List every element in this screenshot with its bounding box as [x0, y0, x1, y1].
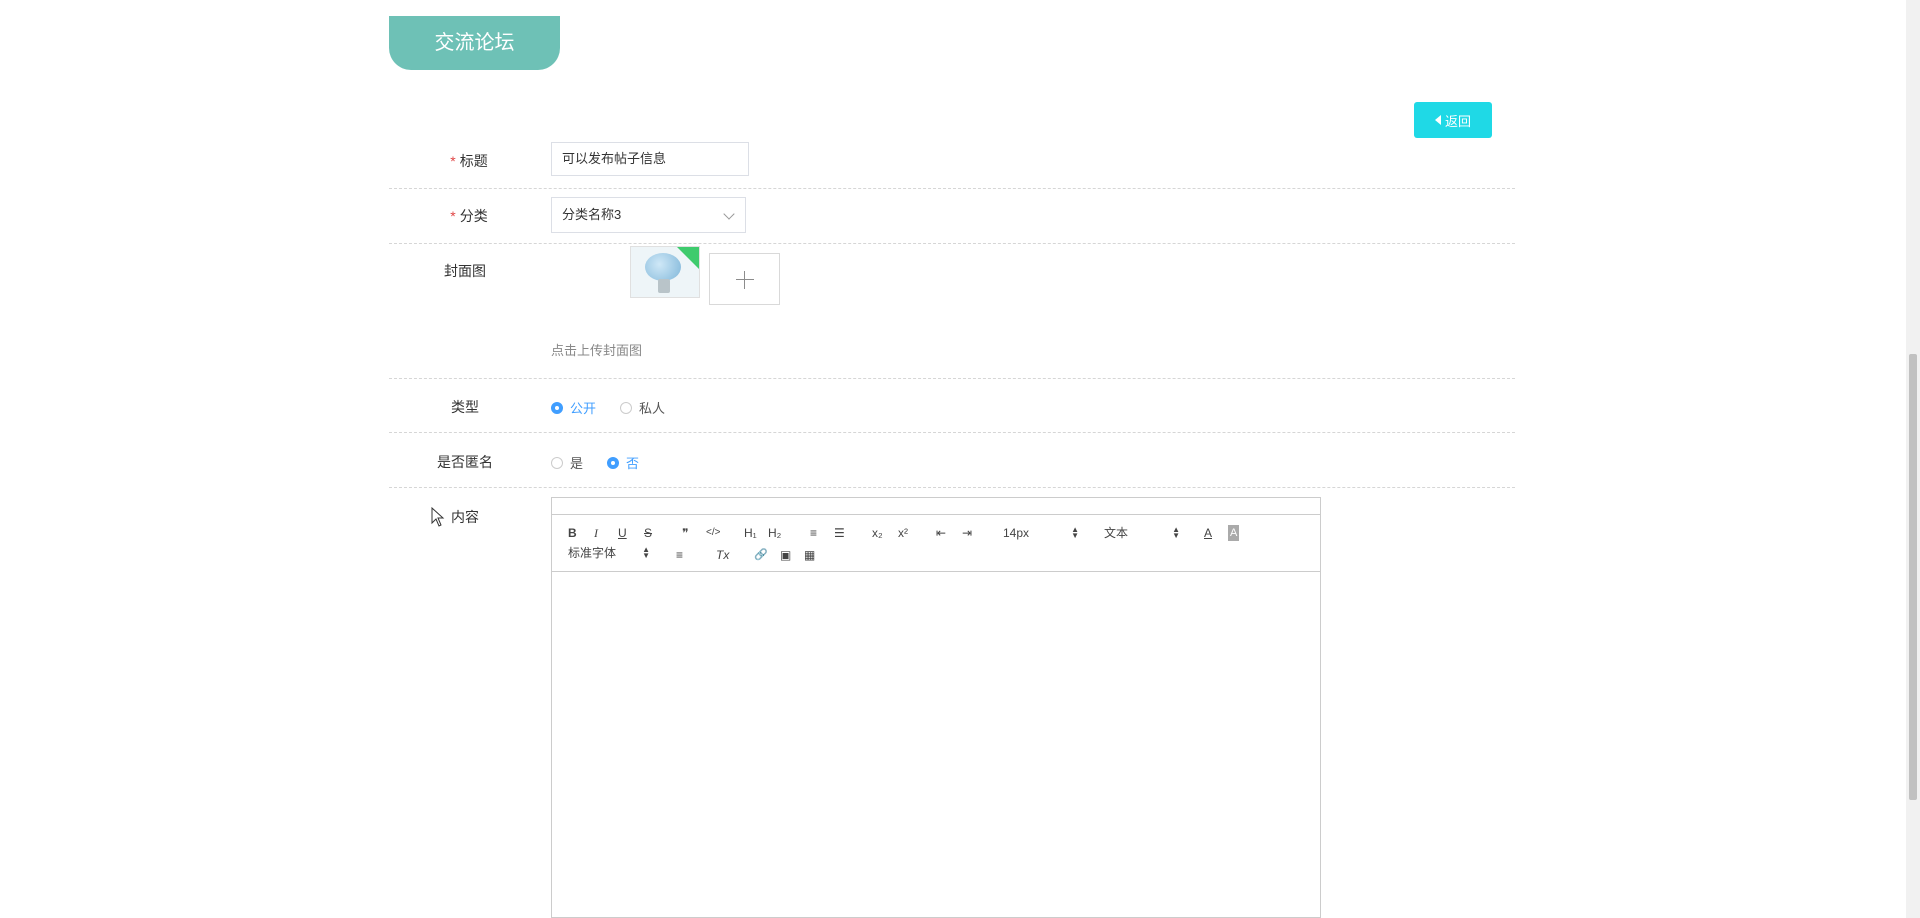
radio-label: 是	[570, 456, 584, 471]
italic-button[interactable]: I	[594, 525, 598, 541]
required-mark: *	[450, 153, 456, 169]
status-corner-badge	[677, 247, 699, 269]
category-label: * 分类	[389, 206, 549, 226]
radio-no[interactable]: 否	[607, 453, 639, 472]
radio-unchecked-icon	[551, 456, 563, 469]
radio-public[interactable]: 公开	[551, 398, 596, 417]
ordered-list-button[interactable]: ≡	[810, 525, 817, 541]
radio-checked-icon	[607, 456, 620, 469]
editor-toolbar: B I U S ❞ </> H₁ H₂ ≡ ☰ x₂ x² ⇤ ⇥ 14px ▲…	[552, 515, 1320, 572]
category-label-text: 分类	[459, 208, 488, 224]
subscript-button[interactable]: x₂	[872, 525, 883, 541]
code-block-button[interactable]: </>	[706, 525, 720, 541]
radio-checked-icon	[551, 401, 563, 414]
title-input[interactable]: 可以发布帖子信息	[551, 142, 749, 176]
indent-button[interactable]: ⇥	[962, 525, 972, 541]
outdent-button[interactable]: ⇤	[936, 525, 946, 541]
underline-button[interactable]: U	[618, 525, 627, 541]
required-mark: *	[450, 208, 456, 224]
background-color-button[interactable]: A	[1228, 525, 1240, 541]
content-label: 内容	[451, 509, 479, 525]
mouse-cursor-icon	[431, 507, 445, 527]
page-scrollbar[interactable]	[1906, 0, 1920, 918]
align-button[interactable]: ≡	[676, 547, 683, 563]
caret-left-icon	[1434, 115, 1441, 125]
font-family-value: 标准字体	[568, 546, 617, 560]
editor-top-strip	[552, 498, 1320, 515]
bold-button[interactable]: B	[568, 525, 577, 541]
strike-button[interactable]: S	[644, 525, 652, 541]
radio-yes[interactable]: 是	[551, 453, 583, 472]
cover-upload-hint: 点击上传封面图	[551, 343, 643, 358]
type-label: 类型	[451, 399, 479, 415]
chevron-down-icon	[723, 208, 735, 220]
superscript-button[interactable]: x²	[898, 525, 908, 541]
link-button[interactable]: 🔗	[754, 547, 768, 563]
lamp-image	[645, 253, 681, 281]
header-picker[interactable]: 文本 ▲ ▼	[1104, 525, 1180, 541]
type-radio-group: 公开 私人	[551, 398, 665, 417]
category-select[interactable]: 分类名称3	[551, 197, 746, 233]
text-color-button[interactable]: A	[1204, 525, 1212, 541]
editor-content-area[interactable]	[552, 572, 1320, 912]
updown-arrow-icon: ▲ ▼	[1071, 525, 1079, 540]
bullet-list-button[interactable]: ☰	[834, 525, 845, 541]
header-1-button[interactable]: H₁	[744, 525, 757, 541]
blockquote-button[interactable]: ❞	[682, 525, 688, 541]
radio-label: 私人	[639, 401, 666, 416]
font-size-picker[interactable]: 14px ▲ ▼	[1003, 525, 1079, 541]
anonymous-radio-group: 是 否	[551, 453, 639, 472]
anonymous-label: 是否匿名	[437, 454, 493, 470]
category-select-value: 分类名称3	[562, 207, 622, 222]
image-button[interactable]: ▣	[780, 547, 791, 563]
upload-plus-button[interactable]	[709, 253, 780, 305]
rich-text-editor: B I U S ❞ </> H₁ H₂ ≡ ☰ x₂ x² ⇤ ⇥ 14px ▲…	[551, 497, 1321, 918]
title-label-text: 标题	[459, 153, 488, 169]
back-button[interactable]: 返回	[1414, 102, 1492, 138]
font-size-value: 14px	[1003, 526, 1030, 540]
clean-format-button[interactable]: Tx	[716, 547, 729, 563]
radio-label: 否	[626, 456, 640, 471]
radio-label: 公开	[570, 401, 597, 416]
back-button-label: 返回	[1444, 113, 1471, 129]
radio-unchecked-icon	[620, 401, 633, 414]
cover-image-thumbnail[interactable]	[630, 246, 700, 298]
font-family-picker[interactable]: 标准字体 ▲ ▼	[568, 545, 650, 561]
cover-label: 封面图	[444, 263, 486, 279]
radio-private[interactable]: 私人	[620, 398, 665, 417]
updown-arrow-icon: ▲ ▼	[642, 545, 650, 560]
scrollbar-thumb[interactable]	[1909, 354, 1917, 800]
updown-arrow-icon: ▲ ▼	[1172, 525, 1180, 540]
header-picker-value: 文本	[1104, 526, 1129, 540]
video-button[interactable]: ▦	[804, 547, 815, 563]
lamp-base	[658, 279, 670, 293]
title-label: * 标题	[389, 151, 549, 171]
header-2-button[interactable]: H₂	[768, 525, 781, 541]
page-title: 交流论坛	[389, 16, 560, 70]
